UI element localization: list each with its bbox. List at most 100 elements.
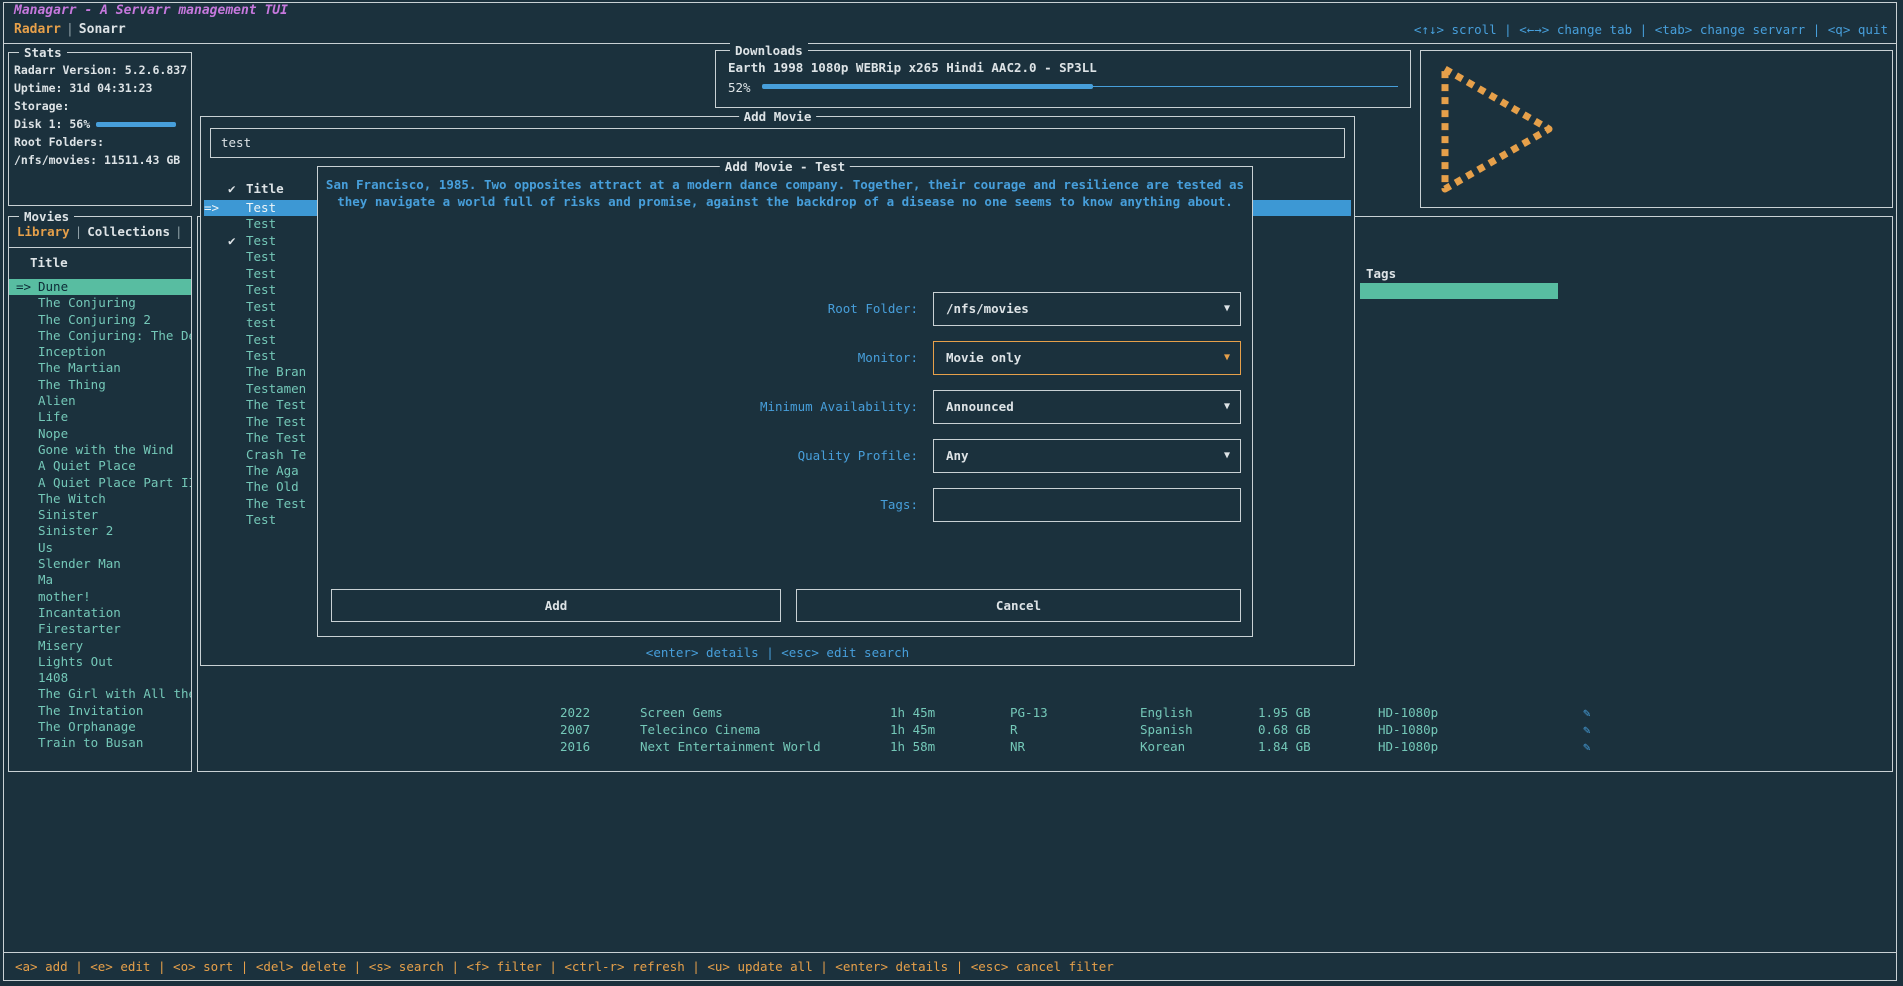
result-title: The Old: [246, 479, 299, 494]
monitor-dropdown[interactable]: Movie only ▼: [933, 341, 1241, 375]
movie-list-item[interactable]: Firestarter: [9, 621, 191, 637]
servarr-tab-sonarr[interactable]: Sonarr: [79, 22, 126, 37]
result-title: The Bran: [246, 364, 306, 379]
check-icon: ✔: [228, 181, 246, 196]
movie-list-item[interactable]: Inception: [9, 344, 191, 360]
movie-list-item[interactable]: Slender Man: [9, 556, 191, 572]
movie-title: A Quiet Place Part II: [38, 475, 191, 490]
chevron-down-icon: ▼: [1224, 342, 1230, 374]
quality-profile-dropdown[interactable]: Any ▼: [933, 439, 1241, 473]
title-column-header: Title: [30, 255, 68, 270]
minimum-availability-value: Announced: [946, 391, 1014, 423]
movie-title: 1408: [38, 670, 68, 685]
movie-title: Train to Busan: [38, 735, 143, 750]
minimum-availability-label: Minimum Availability:: [318, 390, 918, 424]
chevron-down-icon: ▼: [1224, 440, 1230, 472]
result-title: Test: [246, 299, 276, 314]
header-divider: [3, 43, 1897, 44]
movie-list-item[interactable]: Sinister: [9, 507, 191, 523]
library-table-row[interactable]: 2007 Telecinco Cinema 1h 45m R Spanish 0…: [198, 722, 1892, 738]
movie-list-item[interactable]: Sinister 2: [9, 523, 191, 539]
result-title: Test: [246, 249, 276, 264]
check-icon: ✔: [228, 233, 246, 249]
add-movie-form: Root Folder: /nfs/movies ▼ Monitor: Movi…: [318, 292, 1252, 537]
tab-separator: |: [70, 224, 88, 239]
movie-runtime: 1h 58m: [890, 739, 935, 755]
quality-profile-value: Any: [946, 440, 969, 472]
movie-list-item[interactable]: The Conjuring: The De: [9, 328, 191, 344]
tags-row: Tags:: [318, 488, 1252, 522]
minimum-availability-dropdown[interactable]: Announced ▼: [933, 390, 1241, 424]
add-button[interactable]: Add: [331, 589, 781, 622]
movie-runtime: 1h 45m: [890, 705, 935, 721]
results-header-row: ✔Title: [204, 181, 284, 198]
movie-list-item[interactable]: Nope: [9, 426, 191, 442]
movie-list-item[interactable]: The Conjuring 2: [9, 312, 191, 328]
root-folder-value: /nfs/movies: [946, 293, 1029, 325]
stats-panel: Stats Radarr Version: 5.2.6.8376 Uptime:…: [8, 52, 192, 206]
movie-list-item[interactable]: Incantation: [9, 605, 191, 621]
logo-panel: [1420, 50, 1893, 208]
movie-title: Lights Out: [38, 654, 113, 669]
movie-title: The Martian: [38, 360, 121, 375]
movie-description: San Francisco, 1985. Two opposites attra…: [318, 176, 1252, 210]
movie-list-item[interactable]: Alien: [9, 393, 191, 409]
play-logo-icon: [1437, 63, 1557, 195]
movie-studio: Telecinco Cinema: [640, 722, 760, 738]
result-title: Crash Te: [246, 447, 306, 462]
movie-list-item[interactable]: Ma: [9, 572, 191, 588]
movie-list-item[interactable]: mother!: [9, 589, 191, 605]
movie-list-item[interactable]: =>Dune: [9, 279, 191, 295]
movie-list-item[interactable]: Lights Out: [9, 654, 191, 670]
movie-quality-profile: HD-1080p: [1378, 722, 1438, 738]
movie-list-item[interactable]: Gone with the Wind: [9, 442, 191, 458]
uptime: Uptime: 31d 04:31:23: [14, 79, 188, 97]
storage-label: Storage:: [14, 97, 188, 115]
movie-title: A Quiet Place: [38, 458, 136, 473]
root-folder-dropdown[interactable]: /nfs/movies ▼: [933, 292, 1241, 326]
movie-list-item[interactable]: The Orphanage: [9, 719, 191, 735]
movie-list-item[interactable]: The Girl with All the: [9, 686, 191, 702]
result-title: Test: [246, 216, 276, 231]
description-line: San Francisco, 1985. Two opposites attra…: [318, 176, 1252, 193]
app-title: Managarr - A Servarr management TUI: [14, 3, 288, 18]
movie-runtime: 1h 45m: [890, 722, 935, 738]
disk-usage-text: Disk 1: 56%: [14, 117, 90, 131]
cancel-button[interactable]: Cancel: [796, 589, 1241, 622]
movie-rating: PG-13: [1010, 705, 1048, 721]
modal-button-row: Add Cancel: [331, 589, 1241, 622]
library-table-row[interactable]: 2016 Next Entertainment World 1h 58m NR …: [198, 739, 1892, 755]
result-title: Test: [246, 233, 276, 248]
result-title: Test: [246, 332, 276, 347]
quality-profile-row: Quality Profile: Any ▼: [318, 439, 1252, 473]
movie-list-item[interactable]: The Conjuring: [9, 295, 191, 311]
tab-separator: |: [61, 22, 79, 37]
minimum-availability-row: Minimum Availability: Announced ▼: [318, 390, 1252, 424]
movie-list-item[interactable]: Life: [9, 409, 191, 425]
tab-library[interactable]: Library: [17, 224, 70, 239]
movie-list-item[interactable]: Misery: [9, 638, 191, 654]
tags-input[interactable]: [933, 488, 1241, 522]
movie-list-item[interactable]: The Thing: [9, 377, 191, 393]
movie-list-item[interactable]: The Witch: [9, 491, 191, 507]
tab-collections[interactable]: Collections: [87, 224, 170, 239]
movie-list-item[interactable]: The Invitation: [9, 703, 191, 719]
movie-list-item[interactable]: A Quiet Place Part II: [9, 475, 191, 491]
servarr-tab-radarr[interactable]: Radarr: [14, 22, 61, 37]
movie-list-item[interactable]: A Quiet Place: [9, 458, 191, 474]
library-table-row[interactable]: 2022 Screen Gems 1h 45m PG-13 English 1.…: [198, 705, 1892, 721]
movie-title: Misery: [38, 638, 83, 653]
movie-list-item[interactable]: 1408: [9, 670, 191, 686]
downloads-panel-title: Downloads: [730, 43, 808, 58]
movie-title: The Witch: [38, 491, 106, 506]
movie-rating: R: [1010, 722, 1018, 738]
movie-list-item[interactable]: Us: [9, 540, 191, 556]
add-movie-modal: Add Movie - Test San Francisco, 1985. Tw…: [317, 166, 1253, 637]
movie-year: 2007: [560, 722, 590, 738]
disk-usage-row: Disk 1: 56%: [14, 115, 188, 133]
movie-list-item[interactable]: Train to Busan: [9, 735, 191, 751]
movie-list-item[interactable]: The Martian: [9, 360, 191, 376]
movie-title: Inception: [38, 344, 106, 359]
movie-title: Gone with the Wind: [38, 442, 173, 457]
add-movie-search-input[interactable]: test: [210, 128, 1345, 158]
